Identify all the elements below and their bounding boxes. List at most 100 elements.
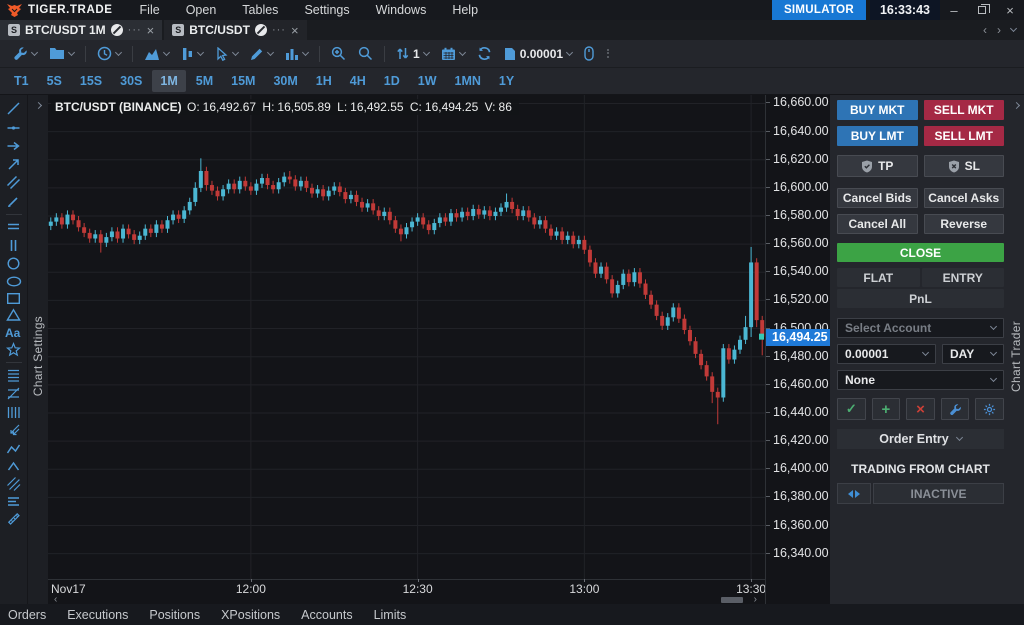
tool-triangle-icon[interactable]	[6, 308, 21, 322]
tool-double-arrow-icon[interactable]	[6, 423, 21, 438]
tab-more-icon[interactable]: ···	[128, 24, 142, 36]
tool-hatch-icon[interactable]	[6, 476, 21, 491]
tab-close-icon[interactable]: ×	[147, 23, 155, 38]
tool-horizontal-ray-icon[interactable]	[6, 138, 21, 153]
tf-15s[interactable]: 15S	[72, 70, 110, 92]
tif-select[interactable]: DAY	[942, 344, 1004, 364]
bar-style-button[interactable]	[176, 43, 208, 65]
account-select[interactable]: Select Account	[837, 318, 1004, 338]
tool-circle-icon[interactable]	[6, 256, 21, 271]
tool-fib-timezone-icon[interactable]	[6, 405, 21, 420]
reload-button[interactable]	[472, 43, 497, 65]
indicators-button[interactable]	[280, 43, 313, 65]
tf-1m[interactable]: 1M	[152, 70, 185, 92]
tool-star-icon[interactable]	[6, 342, 21, 357]
collapse-trader-icon[interactable]	[1012, 102, 1019, 109]
tf-1y[interactable]: 1Y	[491, 70, 522, 92]
tabs-scroll-left-icon[interactable]: ‹	[983, 23, 987, 37]
add-order-button[interactable]: +	[872, 398, 901, 420]
cancel-all-button[interactable]: Cancel All	[837, 214, 918, 234]
tf-5s[interactable]: 5S	[39, 70, 70, 92]
tool-rectangle-icon[interactable]	[6, 292, 21, 305]
preset-select[interactable]: None	[837, 370, 1004, 390]
tf-1h[interactable]: 1H	[308, 70, 340, 92]
menu-file[interactable]: File	[127, 3, 173, 17]
tab-more-icon[interactable]: ···	[272, 24, 286, 36]
chart-settings-strip[interactable]: Chart Settings	[28, 95, 48, 604]
close-window-button[interactable]: ×	[996, 0, 1024, 20]
tf-30m[interactable]: 30M	[265, 70, 305, 92]
edit-icon[interactable]	[111, 24, 123, 36]
reverse-button[interactable]: Reverse	[924, 214, 1005, 234]
draw-tool-button[interactable]	[245, 43, 278, 65]
close-position-button[interactable]: CLOSE	[837, 243, 1004, 262]
tick-size-button[interactable]: 0.00001	[499, 43, 577, 65]
pnl-button[interactable]: PnL	[837, 289, 1004, 308]
tf-4h[interactable]: 4H	[342, 70, 374, 92]
flat-button[interactable]: FLAT	[837, 268, 920, 287]
statusbar-orders[interactable]: Orders	[8, 608, 46, 622]
tool-parallel-vertical-icon[interactable]	[6, 238, 21, 253]
confirm-button[interactable]: ✓	[837, 398, 866, 420]
tf-1mn[interactable]: 1MN	[447, 70, 489, 92]
tf-30s[interactable]: 30S	[112, 70, 150, 92]
collapse-settings-icon[interactable]	[34, 102, 41, 109]
statusbar-executions[interactable]: Executions	[67, 608, 128, 622]
tab-btcusdt[interactable]: S BTC/USDT ··· ×	[164, 20, 306, 40]
sl-button[interactable]: SL	[924, 155, 1005, 177]
menu-help[interactable]: Help	[439, 3, 491, 17]
tool-horizontal-line-icon[interactable]	[6, 120, 21, 135]
open-chart-button[interactable]	[44, 43, 79, 65]
statusbar-accounts[interactable]: Accounts	[301, 608, 352, 622]
panel-settings-button[interactable]	[975, 398, 1004, 420]
chart-style-button[interactable]	[139, 43, 174, 65]
tp-button[interactable]: TP	[837, 155, 918, 177]
chart-settings-button[interactable]	[8, 43, 42, 65]
tool-ellipse-icon[interactable]	[6, 275, 22, 288]
menu-open[interactable]: Open	[173, 3, 230, 17]
candlestick-chart[interactable]	[48, 95, 765, 579]
tf-1w[interactable]: 1W	[410, 70, 445, 92]
edit-icon[interactable]	[255, 24, 267, 36]
tool-aligned-lines-icon[interactable]	[6, 495, 21, 508]
sell-mkt-button[interactable]: SELL MKT	[924, 100, 1005, 120]
order-settings-button[interactable]	[941, 398, 970, 420]
order-entry-header[interactable]: Order Entry	[837, 429, 1004, 449]
delete-order-button[interactable]: ×	[906, 398, 935, 420]
price-axis[interactable]: 16,494.25 16,660.0016,640.0016,620.0016,…	[765, 95, 830, 604]
time-axis[interactable]: Nov1712:0012:3013:0013:30	[48, 579, 765, 596]
buy-mkt-button[interactable]: BUY MKT	[837, 100, 918, 120]
statusbar-limits[interactable]: Limits	[374, 608, 407, 622]
tool-arrow-icon[interactable]	[6, 157, 21, 172]
chart-scrollbar[interactable]: ‹ ›	[48, 596, 765, 604]
scroll-right-icon[interactable]: ›	[754, 594, 757, 605]
buy-lmt-button[interactable]: BUY LMT	[837, 126, 918, 146]
simulator-button[interactable]: SIMULATOR	[772, 0, 866, 20]
zoom-button[interactable]	[353, 43, 378, 65]
quantity-select[interactable]: 0.00001	[837, 344, 936, 364]
tabs-list-icon[interactable]	[1010, 25, 1017, 32]
tool-parallel-channel-icon[interactable]	[6, 175, 21, 190]
tool-fib-retracement-icon[interactable]	[6, 368, 21, 383]
tool-text-icon[interactable]: Aa	[5, 326, 22, 339]
toolbar-grip[interactable]	[607, 49, 610, 58]
tf-15m[interactable]: 15M	[223, 70, 263, 92]
tf-5m[interactable]: 5M	[188, 70, 221, 92]
chart-trader-strip[interactable]: Chart Trader	[1008, 95, 1024, 604]
cancel-asks-button[interactable]: Cancel Asks	[924, 188, 1005, 208]
tool-brush-icon[interactable]	[6, 194, 21, 209]
cancel-bids-button[interactable]: Cancel Bids	[837, 188, 918, 208]
price-scale-button[interactable]: 1	[391, 43, 434, 65]
tf-t1[interactable]: T1	[6, 70, 37, 92]
timeframe-button[interactable]	[92, 43, 126, 65]
tab-btcusdt-1m[interactable]: S BTC/USDT 1M ··· ×	[0, 20, 162, 40]
tool-zigzag-icon[interactable]	[6, 442, 21, 457]
restore-button[interactable]	[968, 0, 996, 20]
tool-ruler-icon[interactable]	[6, 511, 21, 526]
tool-parallel-horizontal-icon[interactable]	[6, 219, 21, 234]
tf-1d[interactable]: 1D	[376, 70, 408, 92]
entry-button[interactable]: ENTRY	[922, 268, 1005, 287]
menu-settings[interactable]: Settings	[291, 3, 362, 17]
statusbar-positions[interactable]: Positions	[149, 608, 200, 622]
menu-tables[interactable]: Tables	[229, 3, 291, 17]
